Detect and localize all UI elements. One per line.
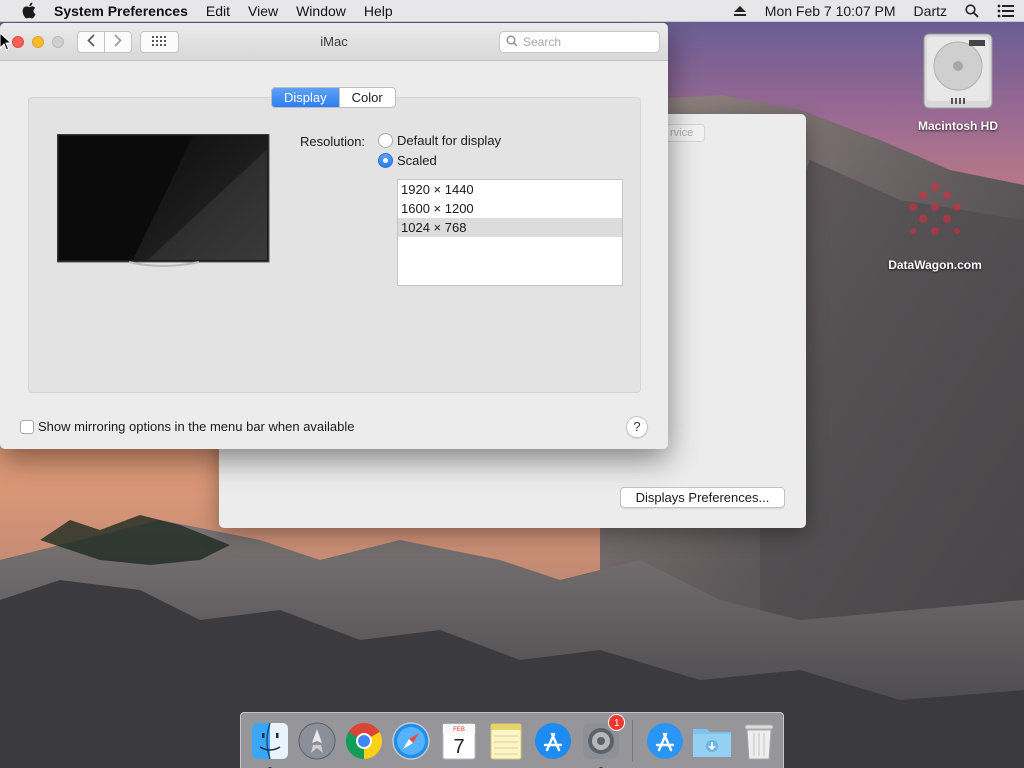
service-button[interactable]: rvice xyxy=(665,124,705,142)
finder-icon[interactable] xyxy=(248,719,291,768)
datawagon-logo-icon xyxy=(880,175,990,254)
forward-button[interactable] xyxy=(104,31,132,53)
list-item[interactable]: 1920 × 1440 xyxy=(398,180,622,199)
mouse-cursor-icon xyxy=(0,32,13,54)
desktop-icon-macintosh-hd[interactable]: Macintosh HD xyxy=(903,32,1013,133)
clock[interactable]: Mon Feb 7 10:07 PM xyxy=(756,0,905,22)
calendar-day: 7 xyxy=(453,736,464,758)
radio-button[interactable] xyxy=(378,153,393,168)
displays-preferences-button[interactable]: Displays Preferences... xyxy=(620,487,785,508)
chrome-icon[interactable] xyxy=(343,719,386,763)
calendar-month: FEB xyxy=(453,727,465,733)
zoom-button[interactable] xyxy=(52,36,64,48)
grid-icon xyxy=(152,35,167,50)
launchpad-icon[interactable] xyxy=(295,719,338,763)
calendar-icon[interactable]: FEB 7 xyxy=(437,719,480,763)
search-icon xyxy=(506,35,518,50)
mirroring-label: Show mirroring options in the menu bar w… xyxy=(38,419,355,434)
resolution-list[interactable]: 1920 × 1440 1600 × 1200 1024 × 768 xyxy=(397,179,623,286)
spotlight-search-icon[interactable] xyxy=(956,3,988,18)
notification-badge: 1 xyxy=(608,713,626,731)
dock-separator xyxy=(632,719,634,762)
minimize-button[interactable] xyxy=(32,36,44,48)
menu-help[interactable]: Help xyxy=(355,0,402,22)
list-item-selected[interactable]: 1024 × 768 xyxy=(398,218,622,237)
notes-icon[interactable] xyxy=(484,719,527,763)
eject-icon[interactable] xyxy=(724,5,756,17)
radio-button[interactable] xyxy=(378,133,393,148)
user-menu[interactable]: Dartz xyxy=(905,0,956,22)
back-button[interactable] xyxy=(77,31,105,53)
search-field[interactable] xyxy=(499,31,660,53)
chevron-right-icon xyxy=(114,34,122,50)
dock: FEB 7 1 xyxy=(240,712,784,768)
radio-label: Scaled xyxy=(397,153,437,168)
resolution-label: Resolution: xyxy=(300,134,366,149)
help-button[interactable]: ? xyxy=(626,416,648,438)
tab-display[interactable]: Display xyxy=(272,88,339,107)
app-store-icon[interactable] xyxy=(532,719,575,763)
radio-default-for-display[interactable]: Default for display xyxy=(378,133,501,148)
notification-center-icon[interactable] xyxy=(988,4,1024,18)
menu-edit[interactable]: Edit xyxy=(197,0,239,22)
title-bar[interactable]: iMac xyxy=(0,23,668,61)
radio-scaled[interactable]: Scaled xyxy=(378,153,437,168)
close-button[interactable] xyxy=(12,36,24,48)
desktop-icon-label: Macintosh HD xyxy=(917,119,998,133)
show-all-button[interactable] xyxy=(140,31,179,53)
safari-icon[interactable] xyxy=(390,719,433,763)
desktop-icon-label: DataWagon.com xyxy=(888,258,982,272)
chevron-left-icon xyxy=(87,34,95,50)
system-preferences-icon[interactable]: 1 xyxy=(579,713,626,768)
desktop-icon-datawagon[interactable]: DataWagon.com xyxy=(880,175,990,272)
monitor-preview-image xyxy=(56,133,271,273)
menu-view[interactable]: View xyxy=(239,0,287,22)
menu-window[interactable]: Window xyxy=(287,0,355,22)
trash-icon[interactable] xyxy=(738,719,781,763)
tab-segmented-control: Display Color xyxy=(271,87,396,108)
mirroring-option[interactable]: Show mirroring options in the menu bar w… xyxy=(20,419,355,434)
hard-drive-icon xyxy=(903,32,1013,113)
apple-menu-icon[interactable] xyxy=(18,2,40,19)
tab-color[interactable]: Color xyxy=(338,88,395,107)
mirroring-checkbox[interactable] xyxy=(20,419,34,434)
search-input[interactable] xyxy=(523,35,653,49)
app-menu[interactable]: System Preferences xyxy=(54,0,197,22)
menu-bar: System Preferences Edit View Window Help… xyxy=(0,0,1024,22)
imac-display-window: iMac Display Color xyxy=(0,23,668,449)
list-item[interactable]: 1600 × 1200 xyxy=(398,199,622,218)
app-store-folder-icon[interactable] xyxy=(643,719,686,763)
radio-label: Default for display xyxy=(397,133,502,148)
downloads-folder-icon[interactable] xyxy=(691,719,734,763)
